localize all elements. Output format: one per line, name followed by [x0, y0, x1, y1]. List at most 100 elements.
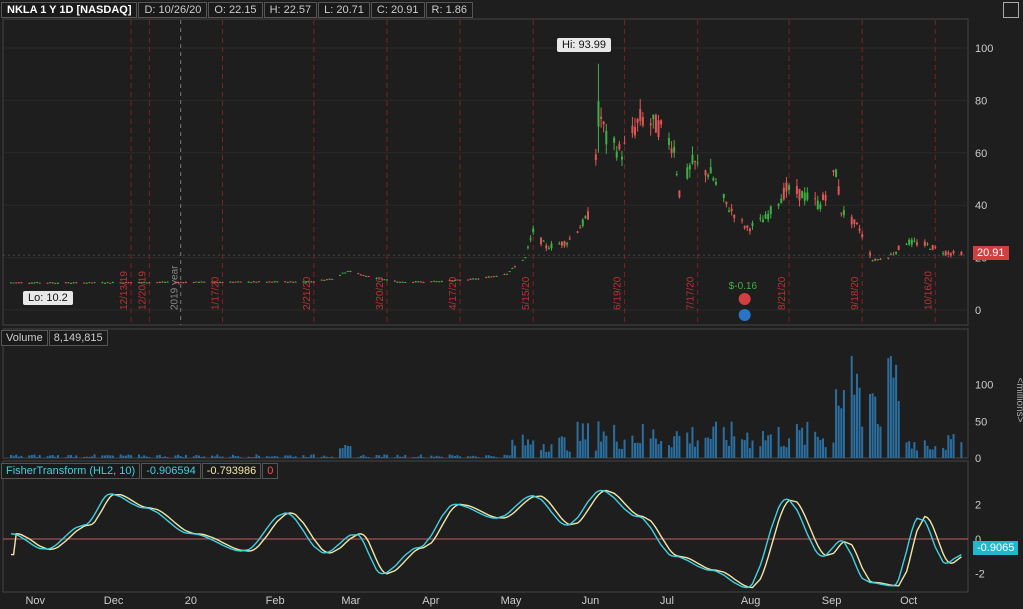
price-candle: [652, 114, 655, 120]
price-candle: [239, 281, 242, 283]
event-label: 8/21/20: [777, 276, 788, 310]
volume-bar: [101, 455, 104, 458]
price-candle: [357, 273, 360, 275]
volume-bar: [310, 454, 313, 458]
volume-bar: [691, 427, 694, 458]
price-candle: [558, 243, 561, 245]
price-candle: [639, 108, 642, 121]
event-label: 1/17/20: [210, 276, 221, 310]
fisher-title[interactable]: FisherTransform (HL2, 10): [1, 462, 141, 479]
price-candle: [284, 281, 287, 283]
volume-bar: [221, 456, 224, 458]
price-candle: [485, 277, 488, 279]
volume-bar: [192, 456, 195, 458]
price-candle: [158, 282, 161, 284]
price-candle: [54, 282, 57, 284]
price-candle: [587, 211, 590, 220]
price-candle: [472, 278, 475, 280]
price-candle: [453, 279, 456, 281]
price-candle: [929, 248, 932, 250]
x-axis-label: Jun: [582, 595, 600, 607]
volume-tick-label: 0: [975, 453, 981, 465]
volume-bar: [673, 436, 676, 458]
volume-bar: [916, 450, 919, 458]
price-candle: [916, 242, 919, 246]
volume-bar: [822, 438, 825, 458]
volume-bar: [338, 448, 341, 458]
volume-bar: [302, 455, 305, 458]
price-candle: [837, 186, 840, 195]
volume-bar: [654, 438, 657, 458]
price-candle: [581, 219, 584, 226]
volume-title[interactable]: Volume: [1, 329, 48, 346]
chart-settings-icon[interactable]: [1003, 2, 1019, 18]
price-candle: [526, 246, 529, 248]
price-candle: [378, 278, 381, 280]
volume-bar: [383, 454, 386, 458]
price-candle: [824, 194, 827, 201]
price-candle: [673, 146, 676, 153]
last-price-badge: 20.91: [973, 246, 1009, 260]
price-candle: [503, 274, 506, 276]
volume-bar: [140, 456, 143, 458]
volume-bar: [746, 432, 749, 458]
price-candle: [466, 279, 469, 281]
price-candle: [806, 192, 809, 200]
volume-bar: [814, 431, 817, 458]
volume-bar: [268, 456, 271, 458]
volume-bar: [835, 389, 838, 458]
volume-bar: [889, 356, 892, 458]
price-candle: [751, 223, 754, 226]
volume-bar: [594, 450, 597, 458]
x-axis-label: Oct: [900, 595, 917, 607]
volume-bar: [312, 454, 315, 458]
volume-bar: [432, 456, 435, 458]
price-candle: [344, 272, 347, 274]
volume-bar: [615, 441, 618, 458]
quote-header: NKLA 1 Y 1D [NASDAQ] D: 10/26/20 O: 22.1…: [1, 1, 474, 19]
price-candle: [289, 281, 292, 283]
price-candle: [874, 258, 877, 261]
volume-bar: [174, 455, 177, 458]
price-candle: [331, 278, 334, 280]
volume-bar: [307, 457, 310, 458]
earnings-icon: [738, 309, 751, 321]
price-candle: [404, 281, 407, 283]
volume-bar: [328, 457, 331, 458]
price-candle: [140, 282, 143, 284]
volume-bar: [474, 456, 477, 458]
price-candle: [474, 278, 477, 280]
volume-bar: [200, 456, 203, 458]
price-candle: [887, 257, 890, 259]
price-candle: [213, 282, 216, 284]
price-candle: [67, 282, 70, 284]
volume-bar: [12, 455, 15, 458]
price-candle: [605, 130, 608, 145]
volume-bar: [636, 442, 639, 458]
volume-bar: [237, 456, 240, 458]
price-candle: [124, 282, 127, 284]
price-candle: [137, 282, 140, 284]
volume-bar: [493, 456, 496, 458]
price-candle: [634, 127, 637, 136]
volume-bar: [709, 438, 712, 458]
price-candle: [613, 137, 616, 143]
price-candle: [56, 282, 59, 284]
price-candle: [879, 258, 882, 260]
symbol-label[interactable]: NKLA 1 Y 1D [NASDAQ]: [1, 2, 138, 18]
volume-bar: [234, 455, 237, 458]
volume-bar: [764, 440, 767, 458]
volume-bar: [696, 440, 699, 458]
chart-canvas[interactable]: 10080604020012/13/1912/20/191/17/202/21/…: [0, 0, 1023, 609]
volume-bar: [380, 456, 383, 458]
volume-bar: [166, 457, 169, 458]
volume-bar: [513, 445, 516, 458]
price-candle: [584, 216, 587, 219]
low-callout: Lo: 10.2: [23, 291, 73, 305]
volume-bar: [435, 455, 438, 458]
price-candle: [782, 187, 785, 200]
price-candle: [103, 282, 106, 284]
price-candle: [367, 276, 370, 278]
price-candle: [858, 228, 861, 231]
volume-bar: [456, 455, 459, 458]
